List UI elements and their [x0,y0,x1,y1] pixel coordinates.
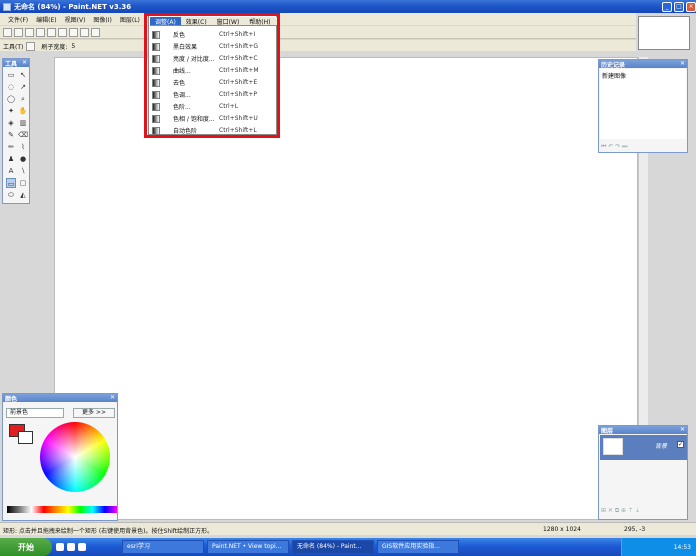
close-button[interactable]: × [686,1,696,12]
rounded-rectangle-icon[interactable]: ▢ [18,178,28,188]
paintbrush-icon[interactable]: ✎ [6,130,16,140]
system-tray: 14:53 [621,538,696,556]
rectangle-icon[interactable]: ▭ [6,178,16,188]
layers-panel-close[interactable]: ✕ [680,426,686,433]
taskbar: 开始 esri学习 Paint.NET • View topi... 无命名 (… [0,538,696,556]
ie-icon[interactable] [56,543,64,551]
eraser-icon[interactable]: ⌫ [18,130,28,140]
menu-edit[interactable]: 编辑(E) [32,15,60,24]
more-colors-button[interactable]: 更多 >> [73,408,115,418]
image-thumbnail[interactable] [638,16,690,50]
layers-toolbar-icons[interactable]: ⊞ ✕ ⧉ ⊕ ⇡ ⇣ [601,507,640,515]
layer-thumbnail [603,438,623,455]
freeform-shape-icon[interactable]: ◭ [18,190,28,200]
recolor-icon[interactable]: ● [18,154,28,164]
clock: 14:53 [673,543,691,551]
status-hint: 矩形: 点击并且拖拽来绘制一个矩形 (右键使用背景色)。按住Shift绘制正方形… [3,528,214,535]
colors-panel-close[interactable]: ✕ [110,394,116,401]
color-wheel[interactable] [40,422,110,492]
lasso-icon[interactable]: ◌ [6,82,16,92]
copy-icon[interactable] [58,27,67,37]
tools-panel: 工具 ✕ ▭ ↖ ◌ ↗ ◯ ⌕ ✦ ✋ ◈ ▥ ✎ ⌫ ✏ ⌇ ♟ ● A ∖ … [2,58,30,204]
gradient-icon[interactable]: ▥ [18,118,28,128]
title-bar: 无命名 (84%) - Paint.NET v3.36 _ □ × [0,0,696,13]
task-esri[interactable]: esri学习 [122,540,204,554]
image-size: 1280 x 1024 [543,526,581,533]
cursor-position: 295, -3 [624,526,646,533]
desktop-icon[interactable] [67,543,75,551]
move-selection-icon[interactable]: ↗ [18,82,28,92]
zoom-icon[interactable]: ⌕ [18,94,28,104]
ellipse-select-icon[interactable]: ◯ [6,94,16,104]
history-panel-close[interactable]: ✕ [680,60,686,67]
tools-panel-title: 工具 [5,61,18,68]
color-target-select[interactable]: 前景色 [6,408,64,418]
text-icon[interactable]: A [6,166,16,176]
history-item[interactable]: 新建图像 [602,71,626,80]
history-nav-icons[interactable]: ⏮ ↶ ↷ ⏭ [601,143,628,151]
magic-wand-icon[interactable]: ✦ [6,106,16,116]
cut-icon[interactable] [47,27,56,37]
layer-row[interactable]: 背景 ✓ [600,435,687,460]
window-title: 无命名 (84%) - Paint.NET v3.36 [14,2,132,11]
task-paint-active[interactable]: 无命名 (84%) - Paint... [292,540,374,554]
start-button[interactable]: 开始 [0,538,52,556]
colors-panel: 颜色 ✕ 前景色 更多 >> [2,393,118,521]
paint-bucket-icon[interactable]: ◈ [6,118,16,128]
ellipse-icon[interactable]: ⬭ [6,190,16,200]
paint-net-icon [3,2,11,11]
menu-image[interactable]: 图像(I) [89,15,115,24]
history-panel-title: 历史记录 [601,62,626,69]
layer-name: 背景 [655,443,668,450]
new-file-icon[interactable] [3,27,12,37]
layer-visibility-checkbox[interactable]: ✓ [677,441,684,448]
history-panel: 历史记录 ✕ 新建图像 ⏮ ↶ ↷ ⏭ [598,59,688,153]
pencil-icon[interactable]: ✏ [6,142,16,152]
paste-icon[interactable] [69,27,78,37]
line-curve-icon[interactable]: ∖ [18,166,28,176]
tools-panel-close[interactable]: ✕ [22,59,28,66]
open-file-icon[interactable] [14,27,23,37]
menu-file[interactable]: 文件(F) [4,15,32,24]
brush-width-label: 刷子宽度: [41,43,68,51]
history-list: 新建图像 [600,69,686,139]
maximize-button[interactable]: □ [674,1,684,12]
status-bar: 矩形: 点击并且拖拽来绘制一个矩形 (右键使用背景色)。按住Shift绘制正方形… [0,522,696,535]
print-icon[interactable] [36,27,45,37]
pan-icon[interactable]: ✋ [18,106,28,116]
clone-stamp-icon[interactable]: ♟ [6,154,16,164]
color-picker-icon[interactable]: ⌇ [18,142,28,152]
menu-layer[interactable]: 图层(L) [116,15,144,24]
layers-panel: 图层 ✕ 背景 ✓ ⊞ ✕ ⧉ ⊕ ⇡ ⇣ [598,425,688,520]
drawing-canvas[interactable] [54,57,638,520]
quick-launch [52,538,122,556]
main-toolbar [0,26,636,39]
color-palette[interactable] [7,506,117,513]
brush-width-value[interactable]: 5 [71,43,75,50]
highlight-annotation-box [144,13,280,138]
tools-label[interactable]: 工具(T) [3,42,23,51]
move-icon[interactable]: ↖ [18,70,28,80]
colors-panel-title: 颜色 [5,396,18,403]
secondary-color-swatch[interactable] [18,431,33,444]
rectangle-select-icon[interactable]: ▭ [6,70,16,80]
task-gis-guide[interactable]: GIS软件应用实验指... [377,540,459,554]
draw-shape-icon[interactable] [26,41,36,51]
layers-panel-title: 图层 [601,428,614,435]
task-paint-forum[interactable]: Paint.NET • View topi... [207,540,289,554]
menu-bar: 文件(F) 编辑(E) 视图(V) 图像(I) 图层(L) [0,13,636,25]
media-icon[interactable] [78,543,86,551]
menu-view[interactable]: 视图(V) [61,15,90,24]
save-icon[interactable] [25,27,34,37]
undo-icon[interactable] [80,27,89,37]
redo-icon[interactable] [91,27,100,37]
minimize-button[interactable]: _ [662,1,672,12]
